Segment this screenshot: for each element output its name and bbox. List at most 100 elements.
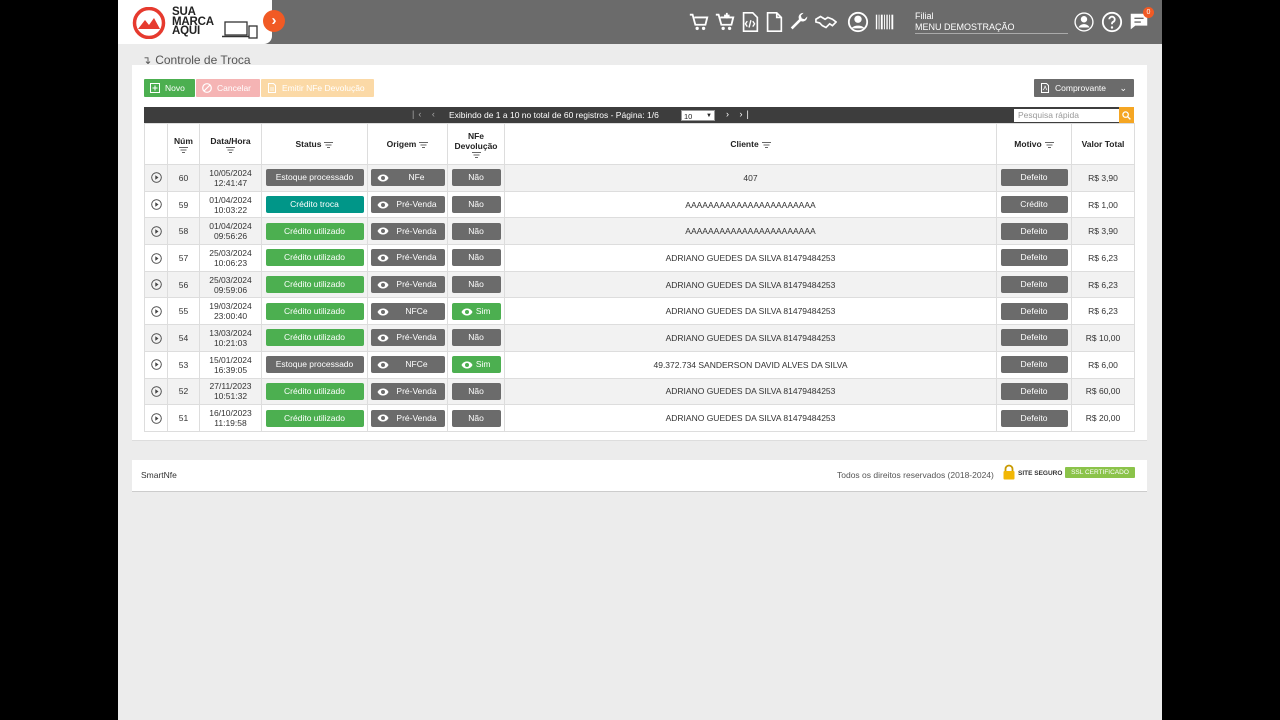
- reason-button[interactable]: Defeito: [1000, 382, 1068, 400]
- table-row[interactable]: 53 15/01/2024 16:39:05 Estoque processado NF…: [144, 350, 1135, 379]
- nfe-return-badge[interactable]: Não: [451, 276, 501, 294]
- new-button[interactable]: Novo: [144, 79, 195, 97]
- expand-cell[interactable]: [144, 244, 168, 272]
- xml-file-icon[interactable]: [739, 11, 761, 33]
- first-prev-page-icons[interactable]: |‹ ‹: [412, 109, 439, 119]
- status-badge[interactable]: Crédito utilizado: [265, 222, 364, 240]
- expand-row-icon[interactable]: [150, 252, 162, 264]
- origin-button[interactable]: NFe: [370, 169, 445, 187]
- expand-row-icon[interactable]: [150, 279, 162, 290]
- search-button[interactable]: [1119, 107, 1134, 123]
- cart-icon[interactable]: [688, 11, 710, 33]
- origin-button[interactable]: Pré-Venda: [370, 276, 445, 294]
- col-status[interactable]: Status: [261, 123, 368, 165]
- expand-cell[interactable]: [144, 324, 168, 352]
- barcode-icon[interactable]: [874, 11, 896, 33]
- expand-row-icon[interactable]: [150, 172, 162, 184]
- origin-button[interactable]: Pré-Venda: [370, 249, 445, 267]
- expand-row-icon[interactable]: [150, 199, 162, 210]
- origin-button[interactable]: Pré-Venda: [370, 329, 445, 347]
- col-origin[interactable]: Origem: [367, 123, 448, 165]
- status-badge[interactable]: Crédito utilizado: [265, 249, 364, 267]
- reason-button[interactable]: Crédito: [1000, 196, 1068, 214]
- handshake-icon[interactable]: [815, 11, 837, 33]
- status-badge[interactable]: Crédito utilizado: [265, 409, 364, 427]
- expand-cell[interactable]: [144, 350, 168, 379]
- nfe-return-badge[interactable]: Não: [451, 169, 501, 187]
- status-badge[interactable]: Crédito utilizado: [265, 329, 364, 347]
- expand-cell[interactable]: [144, 217, 168, 246]
- col-reason[interactable]: Motivo: [996, 123, 1072, 165]
- origin-button[interactable]: NFCe: [370, 356, 445, 374]
- table-row[interactable]: 59 01/04/2024 10:03:22 Crédito troca Pré-Ven…: [144, 190, 1135, 219]
- reason-button[interactable]: Defeito: [1000, 409, 1068, 427]
- nfe-return-badge[interactable]: Não: [451, 196, 501, 214]
- reason-button[interactable]: Defeito: [1000, 249, 1068, 267]
- origin-button[interactable]: NFCe: [370, 302, 445, 320]
- col-num[interactable]: Núm: [167, 123, 200, 165]
- status-badge[interactable]: Crédito utilizado: [265, 382, 364, 400]
- col-total[interactable]: Valor Total: [1071, 123, 1135, 165]
- col-nfe-return[interactable]: NFe Devolução: [447, 123, 505, 165]
- cart-plus-icon[interactable]: [714, 11, 736, 33]
- status-badge[interactable]: Crédito utilizado: [265, 276, 364, 294]
- menu-toggle-button[interactable]: ›: [263, 10, 285, 32]
- table-row[interactable]: 60 10/05/2024 12:41:47 Estoque processado NF…: [144, 164, 1135, 192]
- nfe-return-badge[interactable]: Não: [451, 382, 501, 400]
- table-row[interactable]: 54 13/03/2024 10:21:03 Crédito utilizado Pré…: [144, 324, 1135, 352]
- expand-row-icon[interactable]: [150, 306, 162, 317]
- quick-search-input[interactable]: Pesquisa rápida: [1014, 109, 1119, 122]
- next-last-page-icons[interactable]: › ›|: [726, 109, 753, 119]
- col-client[interactable]: Cliente: [504, 123, 997, 165]
- reason-button[interactable]: Defeito: [1000, 356, 1068, 374]
- origin-button[interactable]: Pré-Venda: [370, 196, 445, 214]
- expand-cell[interactable]: [144, 377, 168, 406]
- status-badge[interactable]: Estoque processado: [265, 356, 364, 374]
- expand-row-icon[interactable]: [150, 412, 162, 424]
- expand-cell[interactable]: [144, 297, 168, 326]
- origin-button[interactable]: Pré-Venda: [370, 222, 445, 240]
- expand-row-icon[interactable]: [150, 386, 162, 397]
- user-circle-icon[interactable]: [847, 11, 869, 33]
- reason-button[interactable]: Defeito: [1000, 302, 1068, 320]
- filial-select[interactable]: MENU DEMOSTRAÇÃO: [915, 22, 1068, 34]
- table-row[interactable]: 56 25/03/2024 09:59:06 Crédito utilizado Pré…: [144, 270, 1135, 299]
- expand-cell[interactable]: [144, 270, 168, 299]
- status-badge[interactable]: Crédito troca: [265, 196, 364, 214]
- table-row[interactable]: 55 19/03/2024 23:00:40 Crédito utilizado NFC…: [144, 297, 1135, 326]
- nfe-return-badge[interactable]: Não: [451, 329, 501, 347]
- table-row[interactable]: 52 27/11/2023 10:51:32 Crédito utilizado Pré…: [144, 377, 1135, 406]
- document-icon[interactable]: [763, 11, 785, 33]
- table-row[interactable]: 57 25/03/2024 10:06:23 Crédito utilizado Pré…: [144, 244, 1135, 272]
- nfe-return-badge[interactable]: Não: [451, 249, 501, 267]
- table-row[interactable]: 58 01/04/2024 09:56:26 Crédito utilizado Pré…: [144, 217, 1135, 246]
- expand-row-icon[interactable]: [150, 226, 162, 237]
- page-size-select[interactable]: 10 ▼: [681, 110, 715, 121]
- reason-button[interactable]: Defeito: [1000, 276, 1068, 294]
- status-badge[interactable]: Estoque processado: [265, 169, 364, 187]
- origin-button[interactable]: Pré-Venda: [370, 382, 445, 400]
- account-icon[interactable]: [1073, 11, 1095, 33]
- origin-button[interactable]: Pré-Venda: [370, 409, 445, 427]
- reason-button[interactable]: Defeito: [1000, 329, 1068, 347]
- emit-nfe-return-button[interactable]: Emitir NFe Devolução: [261, 79, 374, 97]
- brand-logo[interactable]: SUA MARCA AQUI: [118, 0, 272, 44]
- cancel-button[interactable]: Cancelar: [196, 79, 260, 97]
- nfe-return-badge[interactable]: Sim: [451, 356, 501, 374]
- wrench-icon[interactable]: [788, 11, 810, 33]
- nfe-return-badge[interactable]: Não: [451, 222, 501, 240]
- receipt-dropdown-button[interactable]: Comprovante ⌄: [1034, 79, 1134, 97]
- expand-cell[interactable]: [144, 164, 168, 192]
- table-row[interactable]: 51 16/10/2023 11:19:58 Crédito utilizado Pré…: [144, 404, 1135, 432]
- expand-row-icon[interactable]: [150, 332, 162, 344]
- expand-cell[interactable]: [144, 190, 168, 219]
- reason-button[interactable]: Defeito: [1000, 169, 1068, 187]
- expand-row-icon[interactable]: [150, 359, 162, 371]
- col-datetime[interactable]: Data/Hora: [199, 123, 262, 165]
- nfe-return-badge[interactable]: Sim: [451, 302, 501, 320]
- help-icon[interactable]: [1101, 11, 1123, 33]
- reason-button[interactable]: Defeito: [1000, 222, 1068, 240]
- status-badge[interactable]: Crédito utilizado: [265, 302, 364, 320]
- nfe-return-badge[interactable]: Não: [451, 409, 501, 427]
- expand-cell[interactable]: [144, 404, 168, 432]
